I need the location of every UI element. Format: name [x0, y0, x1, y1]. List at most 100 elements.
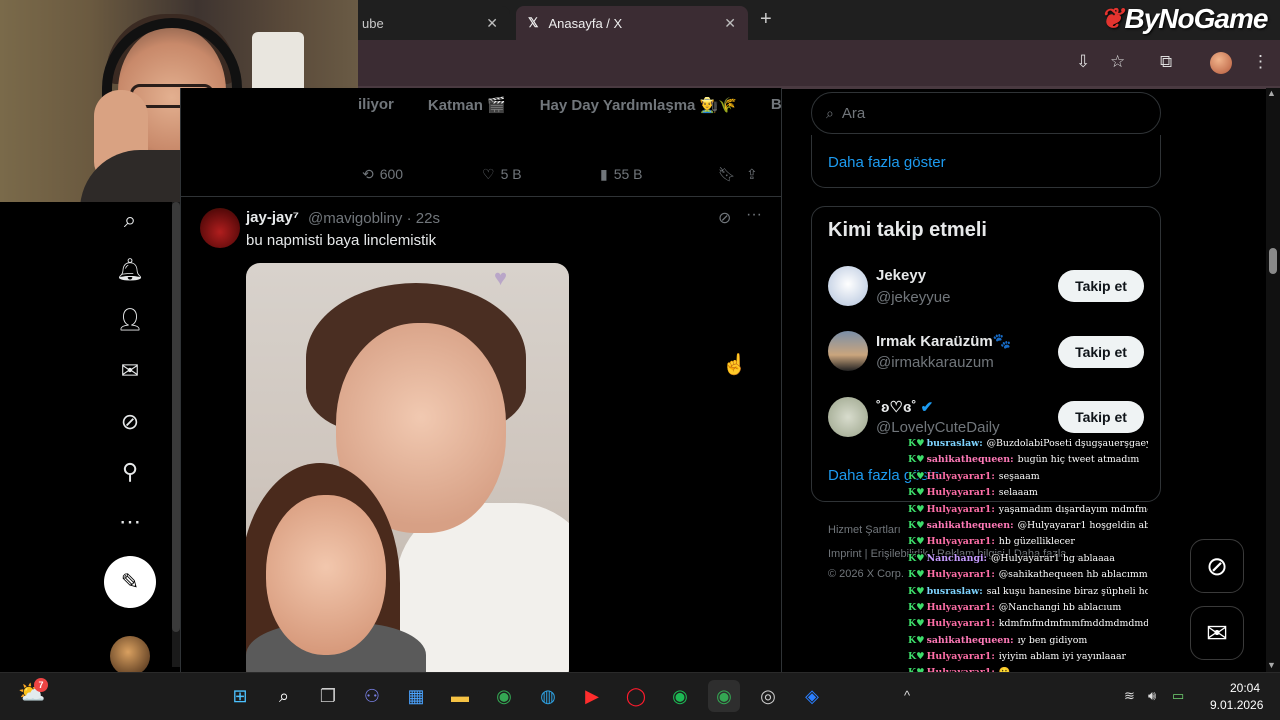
app-icon[interactable]: ◈	[796, 680, 828, 712]
more-options-icon[interactable]: ···	[746, 206, 762, 224]
suggestion-avatar[interactable]	[828, 331, 868, 371]
tweet-media-image[interactable]: ♥	[246, 263, 569, 683]
bookmark-star-icon[interactable]: ☆	[1110, 52, 1125, 72]
explore-search-icon[interactable]: ⌕	[112, 202, 148, 238]
file-explorer-icon[interactable]: ▬	[444, 680, 476, 712]
tab-youtube[interactable]: ube ✕	[350, 6, 510, 40]
follow-button[interactable]: Takip et	[1058, 401, 1144, 433]
browser-profile-avatar[interactable]	[1210, 52, 1232, 74]
views-button[interactable]: ▮ 55 B	[600, 158, 643, 190]
chat-text: hb güzelliklecer	[998, 536, 1075, 548]
windows-start-icon[interactable]: ⊞	[224, 680, 256, 712]
tweet-author-name[interactable]: jay-jay⁷	[246, 209, 299, 226]
suggestion-name[interactable]: Irmak Karaüzüm🐾	[876, 332, 1011, 350]
store-icon[interactable]: ▦	[400, 680, 432, 712]
clock-date[interactable]: 9.01.2026	[1210, 698, 1263, 712]
chat-text: @sahikathequeen hb ablacımmm	[998, 569, 1148, 581]
notifications-bell-icon[interactable]: 🔔︎	[112, 252, 148, 288]
follow-button[interactable]: Takip et	[1058, 336, 1144, 368]
footer-links[interactable]: Hizmet Şartları	[828, 524, 901, 536]
messages-envelope-icon: ✉	[1206, 617, 1228, 648]
topic-tab[interactable]: Katman 🎬	[428, 96, 506, 132]
search-box[interactable]: ⌕ Ara	[811, 92, 1161, 134]
suggestion-avatar[interactable]	[828, 266, 868, 306]
battery-icon[interactable]: ▭	[1172, 688, 1184, 704]
task-view-icon[interactable]: ❐	[312, 680, 344, 712]
chrome-active-icon[interactable]: ◉	[708, 680, 740, 712]
more-options-icon[interactable]: ⋯	[112, 504, 148, 540]
messages-envelope-icon[interactable]: ✉	[112, 353, 148, 389]
chat-username: Hulyayarar1:	[926, 601, 995, 613]
topic-tab[interactable]: Hay Day Yardımlaşma 👨‍🌾🌾	[540, 96, 737, 132]
suggestion-avatar[interactable]	[828, 397, 868, 437]
show-more-link[interactable]: Daha fazla göster	[828, 154, 946, 171]
bookmark-icon: 🔖︎	[718, 165, 736, 182]
tweet-divider	[180, 196, 782, 197]
scroll-up-arrow-icon[interactable]: ▲	[1267, 88, 1276, 98]
profile-person-icon[interactable]: ⚲	[112, 454, 148, 490]
heart-icon: ♡	[482, 165, 495, 182]
nav-scrollbar-thumb[interactable]	[172, 202, 180, 632]
chat-username: Hulyayarar1:	[926, 569, 995, 581]
account-avatar[interactable]	[110, 636, 150, 676]
chat-message: K♥ busraslaw: sal kuşu hanesine biraz şüph…	[908, 586, 1148, 602]
follow-button[interactable]: Takip et	[1058, 270, 1144, 302]
follow-user-icon[interactable]: 👤︎	[112, 302, 148, 338]
chat-text: @Hulyayarar1 hoşgeldin abllaaa	[1017, 519, 1148, 531]
browser-menu-icon[interactable]: ⋮	[1252, 52, 1269, 72]
scroll-down-arrow-icon[interactable]: ▼	[1267, 660, 1276, 670]
edge-icon[interactable]: ◍	[532, 680, 564, 712]
tab-close-icon[interactable]: ✕	[724, 15, 736, 32]
views-bar-icon: ▮	[600, 165, 608, 182]
page-scrollbar-thumb[interactable]	[1269, 248, 1277, 274]
bookmark-button[interactable]: 🔖︎	[718, 158, 736, 190]
tab-x-home[interactable]: 𝕏 Anasayfa / X ✕	[516, 6, 748, 40]
chat-text: ıy ben gidiyom	[1017, 634, 1088, 646]
tweet-author-avatar[interactable]	[200, 208, 240, 248]
chat-badge-icon: K♥	[908, 618, 925, 630]
retweet-icon: ⟲	[362, 165, 374, 182]
suggestion-name[interactable]: Jekeyy	[876, 267, 926, 284]
tweet-handle-time[interactable]: @mavigobliny · 22s	[308, 210, 440, 227]
tab-label: Anasayfa / X	[548, 15, 623, 31]
chat-message: K♥ Hulyayarar1: iyiyim ablam iyi yayınlaaa…	[908, 651, 1148, 667]
retweet-button[interactable]: ⟲ 600	[362, 158, 403, 190]
teams-icon[interactable]: ⚇	[356, 680, 388, 712]
feather-plus-icon: ✎	[120, 569, 140, 594]
grok-icon[interactable]: ⊘	[112, 404, 148, 440]
chat-username: sahikathequeen:	[926, 519, 1014, 531]
chrome-icon[interactable]: ◉	[488, 680, 520, 712]
topic-tab[interactable]: iliyor	[358, 96, 394, 132]
tab-close-icon[interactable]: ✕	[486, 15, 498, 32]
compose-post-button[interactable]: ✎	[104, 556, 156, 608]
grok-icon[interactable]: ⊘	[718, 208, 731, 228]
obs-icon[interactable]: ◎	[752, 680, 784, 712]
spotify-icon[interactable]: ◉	[664, 680, 696, 712]
chat-badge-icon: K♥	[908, 585, 925, 597]
wifi-icon[interactable]: ≋	[1124, 688, 1135, 704]
tray-chevron-icon[interactable]: ^	[904, 688, 910, 703]
suggestion-name[interactable]: ˚ʚ♡ɞ˚ ✔	[876, 398, 933, 416]
volume-icon[interactable]: 🔊︎	[1148, 688, 1156, 704]
flame-icon: ❦	[1100, 3, 1123, 34]
grok-icon: ⊘	[1206, 550, 1228, 581]
chat-badge-icon: K♥	[908, 601, 925, 613]
topic-tab[interactable]: Ba	[771, 96, 782, 132]
search-icon: ⌕	[826, 104, 834, 121]
chat-badge-icon: K♥	[908, 470, 925, 482]
new-tab-button[interactable]: +	[760, 8, 772, 31]
youtube-icon[interactable]: ▶	[576, 680, 608, 712]
messages-floating-button[interactable]: ✉	[1190, 606, 1244, 660]
chat-message: K♥ Hulyayarar1: @Nanchangi hb ablacıum	[908, 602, 1148, 618]
share-button[interactable]: ⇪	[746, 158, 758, 190]
install-app-icon[interactable]: ⇩	[1076, 52, 1090, 72]
extensions-icon[interactable]: ⧉	[1160, 52, 1172, 72]
opera-icon[interactable]: ◯	[620, 680, 652, 712]
grok-floating-button[interactable]: ⊘	[1190, 539, 1244, 593]
taskbar-search-icon[interactable]: ⌕	[268, 680, 300, 712]
tweet-text: bu napmisti baya linclemistik	[246, 232, 437, 249]
chat-text: yaşamadım dışardayım mdmfmdmd	[998, 503, 1148, 515]
like-button[interactable]: ♡ 5 B	[482, 158, 522, 190]
clock-time[interactable]: 20:04	[1230, 681, 1260, 695]
page-scrollbar-track[interactable]	[1266, 88, 1280, 672]
